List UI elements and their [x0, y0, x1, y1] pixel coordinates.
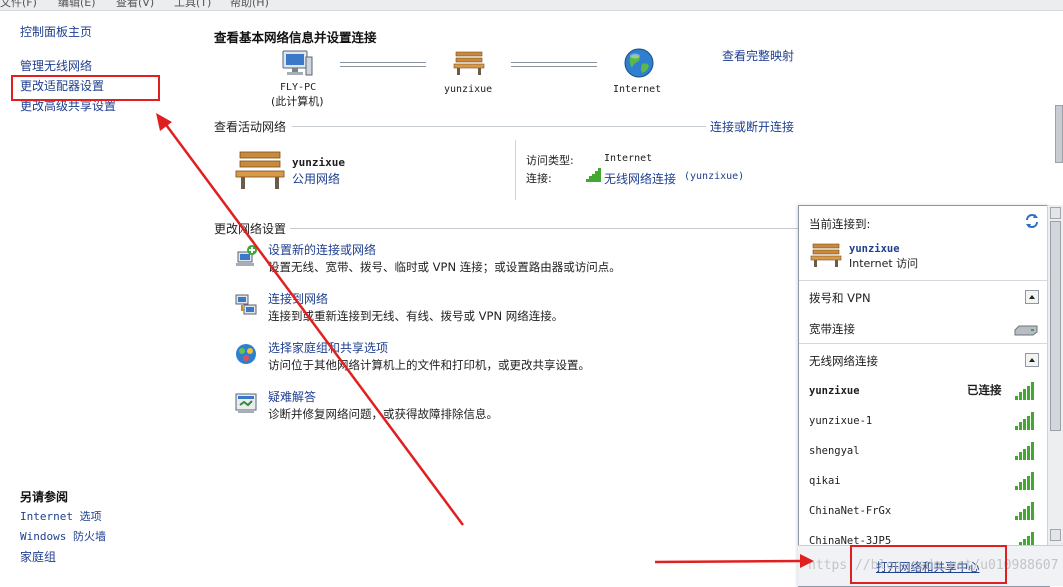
connect-disconnect-link[interactable]: 连接或断开连接 — [710, 118, 794, 135]
modem-icon — [1013, 324, 1039, 336]
wifi-signal-icon — [1015, 502, 1037, 520]
broadband-connection[interactable]: 宽带连接 — [809, 321, 855, 337]
wifi-signal-icon — [1015, 382, 1037, 400]
network-node-name: yunzixue — [444, 84, 493, 95]
manage-wireless-link[interactable]: 管理无线网络 — [20, 57, 92, 74]
menu-file[interactable]: 文件(F) — [0, 0, 37, 10]
menu-tools[interactable]: 工具(T) — [174, 0, 211, 10]
popup-separator — [799, 280, 1049, 281]
map-link-2 — [511, 62, 597, 67]
wifi-signal-icon — [1015, 412, 1037, 430]
current-connection-label: 当前连接到: — [809, 217, 871, 231]
control-panel-home-link[interactable]: 控制面板主页 — [20, 23, 92, 40]
internet-node-label: Internet — [613, 84, 662, 95]
computer-sub: (此计算机) — [271, 95, 324, 108]
wireless-expand-button[interactable] — [1025, 353, 1039, 367]
task-homegroup-desc: 访问位于其他网络计算机上的文件和打印机，或更改共享设置。 — [268, 358, 590, 372]
active-network-name: yunzixue — [292, 156, 345, 169]
change-settings-heading: 更改网络设置 — [214, 222, 287, 236]
arrow-to-center — [654, 559, 803, 564]
see-also-heading: 另请参阅 — [20, 490, 69, 504]
scroll-down-button[interactable] — [1050, 529, 1061, 541]
wireless-connection-link[interactable]: 无线网络连接 — [604, 170, 676, 187]
access-type-value: Internet — [604, 153, 653, 164]
change-settings-rule — [290, 228, 798, 229]
popup-current-network: yunzixue — [849, 243, 900, 255]
menu-bar: 文件(F) 编辑(E) 查看(V) 工具(T) 帮助(H) — [0, 0, 1063, 11]
connection-ssid: (yunzixue) — [684, 171, 745, 182]
windows-firewall-link[interactable]: Windows 防火墙 — [20, 528, 106, 544]
network-flyout: 当前连接到: yunzixue Internet 访问 拨号和 VPN 宽带连接… — [798, 205, 1050, 587]
annotation-box-open-center — [850, 545, 1007, 584]
wifi-item-name[interactable]: yunzixue-1 — [809, 415, 872, 427]
annotation-box-adapter — [11, 75, 160, 101]
homegroup-link[interactable]: 家庭组 — [20, 548, 56, 565]
popup-separator-2 — [799, 343, 1049, 344]
scroll-thumb[interactable] — [1050, 221, 1061, 431]
active-networks-rule — [292, 126, 706, 127]
computer-name: FLY-PC — [280, 82, 317, 93]
task-troubleshoot-link[interactable]: 疑难解答 — [268, 388, 316, 405]
new-connection-icon — [234, 244, 258, 268]
wifi-signal-icon — [1015, 472, 1037, 490]
window-scrollbar-thumb[interactable] — [1055, 105, 1063, 163]
active-divider — [515, 140, 516, 200]
wifi-item-name[interactable]: yunzixue — [809, 385, 860, 397]
view-full-map-link[interactable]: 查看完整映射 — [722, 47, 794, 64]
dialup-expand-button[interactable] — [1025, 290, 1039, 304]
popup-bench-icon — [809, 242, 843, 268]
refresh-icon[interactable] — [1023, 212, 1041, 230]
wifi-item-name[interactable]: shengyal — [809, 445, 860, 457]
active-bench-icon — [234, 148, 286, 192]
connected-status: 已连接 — [967, 383, 1002, 397]
task-new-connection-desc: 设置无线、宽带、拨号、临时或 VPN 连接；或设置路由器或访问点。 — [268, 260, 621, 274]
task-new-connection-link[interactable]: 设置新的连接或网络 — [268, 241, 376, 258]
connection-label: 连接: — [526, 172, 552, 185]
flyout-scrollbar[interactable] — [1047, 205, 1063, 545]
network-type-link[interactable]: 公用网络 — [292, 170, 340, 187]
access-type-label: 访问类型: — [526, 154, 574, 167]
task-connect-network-desc: 连接到或重新连接到无线、有线、拨号或 VPN 网络连接。 — [268, 309, 564, 323]
globe-icon — [623, 47, 655, 79]
connect-network-icon — [234, 293, 258, 317]
troubleshoot-icon — [234, 391, 258, 415]
menu-help[interactable]: 帮助(H) — [230, 0, 269, 10]
computer-icon — [280, 49, 314, 79]
page-title: 查看基本网络信息并设置连接 — [214, 30, 377, 45]
arrow-head-adapter — [156, 113, 172, 131]
active-networks-heading: 查看活动网络 — [214, 120, 287, 134]
dialup-vpn-group: 拨号和 VPN — [809, 291, 871, 305]
menu-edit[interactable]: 编辑(E) — [58, 0, 96, 10]
task-troubleshoot-desc: 诊断并修复网络问题，或获得故障排除信息。 — [268, 407, 498, 421]
homegroup-icon — [234, 342, 258, 366]
wireless-group: 无线网络连接 — [809, 354, 878, 368]
wifi-item-name[interactable]: qikai — [809, 475, 841, 487]
task-connect-network-link[interactable]: 连接到网络 — [268, 290, 328, 307]
wifi-signal-icon — [1015, 442, 1037, 460]
bench-icon — [452, 49, 486, 77]
menu-view[interactable]: 查看(V) — [116, 0, 154, 10]
scroll-up-button[interactable] — [1050, 207, 1061, 219]
task-homegroup-link[interactable]: 选择家庭组和共享选项 — [268, 339, 388, 356]
wifi-item-name[interactable]: ChinaNet-FrGx — [809, 505, 891, 517]
popup-current-status: Internet 访问 — [849, 257, 919, 270]
map-link-1 — [340, 62, 426, 67]
connection-signal-icon — [586, 168, 602, 182]
internet-options-link[interactable]: Internet 选项 — [20, 508, 102, 524]
